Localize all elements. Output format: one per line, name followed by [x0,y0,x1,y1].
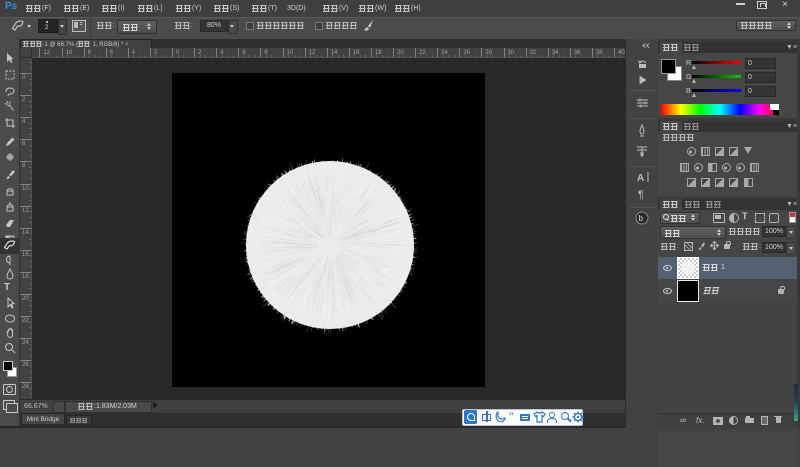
svg-text:b: b [639,214,644,223]
svg-text:¶: ¶ [638,189,644,201]
svg-text:A: A [637,173,644,184]
